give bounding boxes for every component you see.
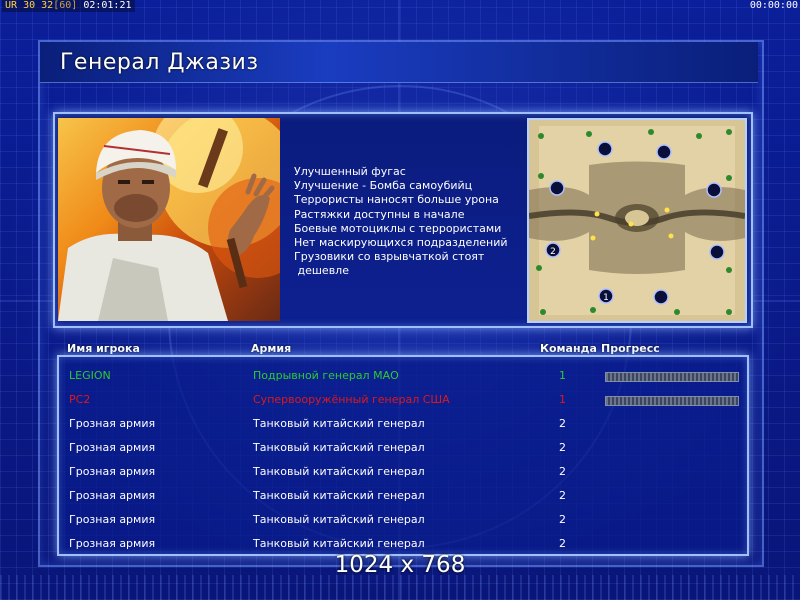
player-team: 2: [559, 489, 566, 502]
player-team: 2: [559, 441, 566, 454]
player-army: Подрывной генерал МАО: [253, 369, 399, 382]
player-row: Грозная армия Танковый китайский генерал 2: [59, 435, 747, 459]
perk-item: Террористы наносят больше урона: [294, 193, 499, 207]
player-name: Грозная армия: [69, 465, 156, 478]
player-team: 1: [559, 393, 566, 406]
player-army: Танковый китайский генерал: [253, 513, 425, 526]
player-row: Грозная армия Танковый китайский генерал 2: [59, 459, 747, 483]
player-row: Грозная армия Танковый китайский генерал 2: [59, 483, 747, 507]
header-team: Команда: [540, 342, 597, 355]
load-progress-bar: [605, 372, 739, 382]
general-title: Генерал Джазиз: [60, 50, 259, 75]
perk-item: Нет маскирующихся подразделений: [294, 236, 508, 250]
start-marker-label: 2: [550, 247, 556, 257]
player-team: 2: [559, 513, 566, 526]
hud-value-1: 30: [23, 0, 36, 11]
load-progress-bar: [605, 396, 739, 406]
player-row: Грозная армия Танковый китайский генерал 2: [59, 411, 747, 435]
player-army: Танковый китайский генерал: [253, 441, 425, 454]
bottom-decoration: [0, 575, 800, 600]
fps-overlay: UR 30 32[60] 02:01:21: [2, 0, 135, 12]
player-name: Грозная армия: [69, 441, 156, 454]
player-name: Грозная армия: [69, 417, 156, 430]
hud-prefix: UR: [5, 0, 18, 11]
header-army: Армия: [251, 342, 292, 355]
perk-item: Растяжки доступны в начале: [294, 207, 465, 221]
player-name: PC2: [69, 393, 91, 406]
perk-item: Улучшенный фугас: [294, 165, 406, 178]
player-team: 2: [559, 417, 566, 430]
general-perks-list: Улучшенный фугас Улучшение - Бомба самоуб…: [294, 165, 508, 279]
hud-timer: 00:00:00: [749, 0, 798, 11]
player-row: PC2 Супервооружённый генерал США 1: [59, 387, 747, 411]
player-army: Танковый китайский генерал: [253, 465, 425, 478]
load-progress-fill: [606, 397, 738, 405]
player-row: Грозная армия Танковый китайский генерал 2: [59, 507, 747, 531]
player-name: Грозная армия: [69, 513, 156, 526]
player-team: 2: [559, 537, 566, 550]
player-team: 1: [559, 369, 566, 382]
perk-item: дешевле: [294, 264, 349, 278]
header-progress: Прогресс: [601, 342, 660, 355]
perk-item: Грузовики со взрывчаткой стоят: [294, 250, 485, 264]
map-preview: 2 1: [527, 118, 747, 323]
hud-value-2: 32: [41, 0, 54, 11]
player-name: Грозная армия: [69, 537, 156, 550]
player-army: Танковый китайский генерал: [253, 537, 425, 550]
perk-item: Улучшение - Бомба самоубийц: [294, 179, 473, 193]
start-marker-label: 1: [603, 293, 609, 303]
player-army: Супервооружённый генерал США: [253, 393, 450, 406]
player-team: 2: [559, 465, 566, 478]
perk-item: Боевые мотоциклы с террористами: [294, 221, 502, 235]
player-name: LEGION: [69, 369, 111, 382]
players-table: LEGION Подрывной генерал МАО 1 PC2 Супервоор…: [57, 355, 749, 556]
header-player-name: Имя игрока: [67, 342, 140, 355]
hud-elapsed-time: 02:01:21: [83, 0, 132, 11]
load-progress-fill: [606, 373, 738, 381]
player-army: Танковый китайский генерал: [253, 489, 425, 502]
player-name: Грозная армия: [69, 489, 156, 502]
hud-value-3: [60]: [53, 0, 78, 11]
player-row: LEGION Подрывной генерал МАО 1: [59, 363, 747, 387]
general-portrait: [58, 118, 280, 321]
player-army: Танковый китайский генерал: [253, 417, 425, 430]
